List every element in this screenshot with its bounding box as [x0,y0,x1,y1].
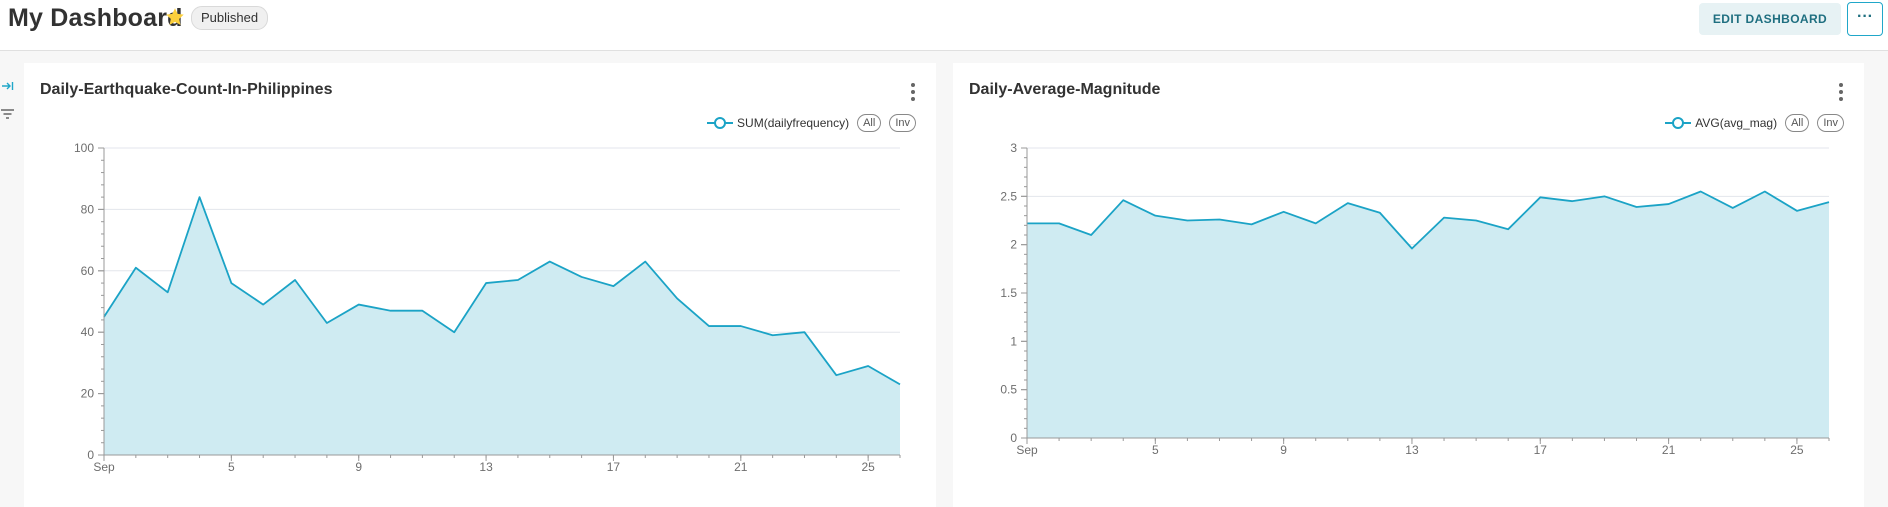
x-tick-label: 5 [1152,443,1159,457]
y-tick-label: 2.5 [1000,189,1017,203]
y-tick-label: 2 [1010,238,1017,252]
y-tick-label: 80 [81,202,95,216]
x-tick-label: 25 [1790,443,1804,457]
x-tick-label: 21 [1662,443,1676,457]
more-options-button[interactable]: ··· [1847,2,1883,36]
star-icon[interactable] [164,6,186,28]
status-badge: Published [191,6,269,30]
x-tick-label: 5 [228,460,235,474]
y-tick-label: 100 [74,141,94,155]
filter-icon[interactable] [0,106,16,122]
chart-panel-average-magnitude: Daily-Average-Magnitude AVG(avg_mag) All… [953,63,1864,507]
chart-panel-earthquake-count: Daily-Earthquake-Count-In-Philippines SU… [24,63,936,507]
edit-dashboard-button[interactable]: EDIT DASHBOARD [1699,3,1841,35]
dashboard-header: My Dashboard Published EDIT DASHBOARD ··… [0,0,1888,51]
x-tick-label: 13 [1405,443,1419,457]
page-title: My Dashboard [8,4,183,32]
y-tick-label: 1.5 [1000,286,1017,300]
area-chart-svg: 020406080100Sep 5 9 13 17 21 25 [74,141,901,474]
y-tick-label: 1 [1010,334,1017,348]
series-area [104,197,900,455]
y-tick-label: 3 [1010,141,1017,155]
x-tick-label: 13 [479,460,493,474]
x-tick-label: 17 [1534,443,1548,457]
y-tick-label: 20 [81,387,95,401]
x-tick-label: Sep [1016,443,1038,457]
expand-filters-icon[interactable] [0,78,16,94]
series-area [1027,191,1829,438]
y-tick-label: 60 [81,264,95,278]
y-tick-label: 40 [81,325,95,339]
area-chart-svg: 00.511.522.53Sep 5 9 13 17 21 25 [1000,141,1830,457]
x-tick-label: Sep [93,460,115,474]
x-tick-label: 17 [607,460,621,474]
y-tick-label: 0.5 [1000,383,1017,397]
x-tick-label: 9 [1280,443,1287,457]
x-tick-label: 21 [734,460,748,474]
x-tick-label: 25 [861,460,875,474]
x-tick-label: 9 [355,460,362,474]
